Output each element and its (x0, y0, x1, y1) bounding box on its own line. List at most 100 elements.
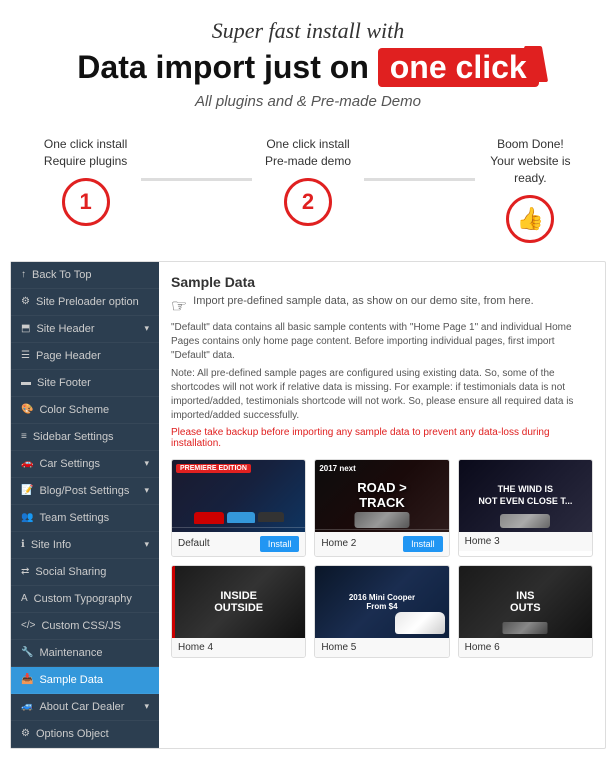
demo-name-home4: Home 4 (178, 642, 213, 653)
sidebar: ↑ Back To Top ⚙ Site Preloader option ⬒ … (11, 262, 159, 748)
sidebar-item-site-footer[interactable]: ▬ Site Footer (11, 370, 159, 397)
sidebar-item-label: Site Info (31, 539, 139, 551)
sidebar-item-label: Page Header (36, 350, 149, 362)
demo-thumb-home4: INSIDEOUTSIDE (172, 566, 305, 638)
year-badge: 2017 next (319, 464, 355, 473)
color-icon: 🎨 (21, 404, 33, 415)
step-3-circle: 👍 (506, 195, 554, 243)
sidebar-item-maintenance[interactable]: 🔧 Maintenance (11, 640, 159, 667)
install-button-home2[interactable]: Install (403, 536, 443, 552)
sidebar-item-about[interactable]: 🚙 About Car Dealer ▾ (11, 694, 159, 721)
sidebar-item-label: Social Sharing (35, 566, 149, 578)
step-3-text: Boom Done! Your website is ready. (475, 136, 586, 186)
step-1-text: One click install Require plugins (44, 136, 127, 170)
car-shape-blue (227, 512, 255, 523)
demo-name-home2: Home 2 (321, 538, 356, 549)
sidebar-item-label: Blog/Post Settings (39, 485, 138, 497)
demo-grid: PREMIERE EDITION Default Install 2017 ne (171, 459, 593, 658)
options-icon: ⚙ (21, 728, 30, 739)
car-shape-home6 (503, 622, 548, 634)
typography-icon: A (21, 593, 28, 604)
sidebar-item-label: Color Scheme (39, 404, 149, 416)
chevron-down-icon: ▾ (144, 323, 149, 334)
sidebar-item-sample-data[interactable]: 📥 Sample Data (11, 667, 159, 694)
sidebar-item-blog-settings[interactable]: 📝 Blog/Post Settings ▾ (11, 478, 159, 505)
premiere-badge: PREMIERE EDITION (176, 464, 251, 473)
demo-footer-home4: Home 4 (172, 638, 305, 657)
sidebar-item-page-header[interactable]: ☰ Page Header (11, 343, 159, 370)
step-2-circle: 2 (284, 178, 332, 226)
code-icon: </> (21, 620, 35, 631)
sidebar-item-team-settings[interactable]: 👥 Team Settings (11, 505, 159, 532)
share-icon: ⇄ (21, 566, 29, 577)
road-line-home2 (315, 529, 448, 530)
page-icon: ☰ (21, 350, 30, 361)
install-button-default[interactable]: Install (260, 536, 300, 552)
title-pre: Data import just on (77, 49, 369, 85)
inside-outside-text: INSIDEOUTSIDE (214, 590, 263, 614)
home6-text: INSOUTS (510, 590, 541, 614)
demo-thumb-home2: 2017 next ROAD >TRACK (315, 460, 448, 532)
home3-text: THE WIND ISNOT EVEN CLOSE T... (478, 484, 572, 507)
sidebar-item-sidebar-settings[interactable]: ≡ Sidebar Settings (11, 424, 159, 451)
content-note: "Default" data contains all basic sample… (171, 321, 593, 363)
car-shape-home3 (500, 514, 550, 528)
sidebar-item-color-scheme[interactable]: 🎨 Color Scheme (11, 397, 159, 424)
demo-thumb-home3: THE WIND ISNOT EVEN CLOSE T... (459, 460, 592, 532)
home5-text: 2016 Mini CooperFrom $4 (349, 593, 415, 611)
demo-footer-default: Default Install (172, 532, 305, 556)
mini-cooper-car (395, 612, 445, 634)
demo-card-home5: 2016 Mini CooperFrom $4 Home 5 (314, 565, 449, 658)
car-shape-red (194, 512, 224, 524)
sidebar-item-options[interactable]: ⚙ Options Object (11, 721, 159, 748)
footer-icon: ▬ (21, 377, 31, 388)
sidebar-item-custom-typography[interactable]: A Custom Typography (11, 586, 159, 613)
sidebar-item-social-sharing[interactable]: ⇄ Social Sharing (11, 559, 159, 586)
sidebar-item-car-settings[interactable]: 🚗 Car Settings ▾ (11, 451, 159, 478)
demo-thumb-home6: INSOUTS (459, 566, 592, 638)
demo-footer-home6: Home 6 (459, 638, 592, 657)
step-2: One click install Pre-made demo 2 (252, 136, 363, 226)
step-2-text: One click install Pre-made demo (265, 136, 351, 170)
sidebar-item-label: Custom Typography (34, 593, 149, 605)
header-section: Super fast install with Data import just… (0, 0, 616, 120)
step-1: One click install Require plugins 1 (30, 136, 141, 226)
sidebar-item-label: Maintenance (39, 647, 149, 659)
demo-card-home3: THE WIND ISNOT EVEN CLOSE T... Home 3 (458, 459, 593, 557)
sidebar-item-label: Sample Data (39, 674, 149, 686)
sidebar-item-site-info[interactable]: ℹ Site Info ▾ (11, 532, 159, 559)
import-cursor-icon: ☞ (171, 296, 187, 317)
demo-thumb-home5: 2016 Mini CooperFrom $4 (315, 566, 448, 638)
header-icon: ⬒ (21, 323, 30, 334)
chevron-down-icon: ▾ (144, 485, 149, 496)
content-warning: Please take backup before importing any … (171, 427, 593, 449)
demo-name-home6: Home 6 (465, 642, 500, 653)
team-icon: 👥 (21, 512, 33, 523)
car-dealer-icon: 🚙 (21, 701, 33, 712)
sidebar-item-custom-css[interactable]: </> Custom CSS/JS (11, 613, 159, 640)
road-track-text: ROAD >TRACK (357, 481, 406, 510)
sidebar-item-site-header[interactable]: ⬒ Site Header ▾ (11, 316, 159, 343)
demo-name-home3: Home 3 (465, 536, 500, 547)
sidebar-item-label: Car Settings (39, 458, 138, 470)
demo-card-home4: INSIDEOUTSIDE Home 4 (171, 565, 306, 658)
road-line (172, 527, 305, 528)
demo-card-default: PREMIERE EDITION Default Install (171, 459, 306, 557)
demo-footer-home3: Home 3 (459, 532, 592, 551)
sidebar-item-back-to-top[interactable]: ↑ Back To Top (11, 262, 159, 289)
sidebar-item-preloader[interactable]: ⚙ Site Preloader option (11, 289, 159, 316)
demo-footer-home2: Home 2 Install (315, 532, 448, 556)
blog-icon: 📝 (21, 485, 33, 496)
sidebar-item-label: About Car Dealer (39, 701, 138, 713)
step-line-1 (141, 178, 252, 181)
one-click-badge: one click (378, 48, 539, 87)
steps-section: One click install Require plugins 1 One … (0, 120, 616, 252)
step-3: Boom Done! Your website is ready. 👍 (475, 136, 586, 242)
content-note2: Note: All pre-defined sample pages are c… (171, 367, 593, 423)
sidebar-icon: ≡ (21, 431, 27, 442)
sidebar-item-label: Sidebar Settings (33, 431, 149, 443)
content-description: Import pre-defined sample data, as show … (193, 294, 534, 309)
chevron-down-icon: ▾ (144, 458, 149, 469)
sidebar-item-label: Options Object (36, 728, 149, 740)
car-shape-dark (258, 512, 284, 522)
